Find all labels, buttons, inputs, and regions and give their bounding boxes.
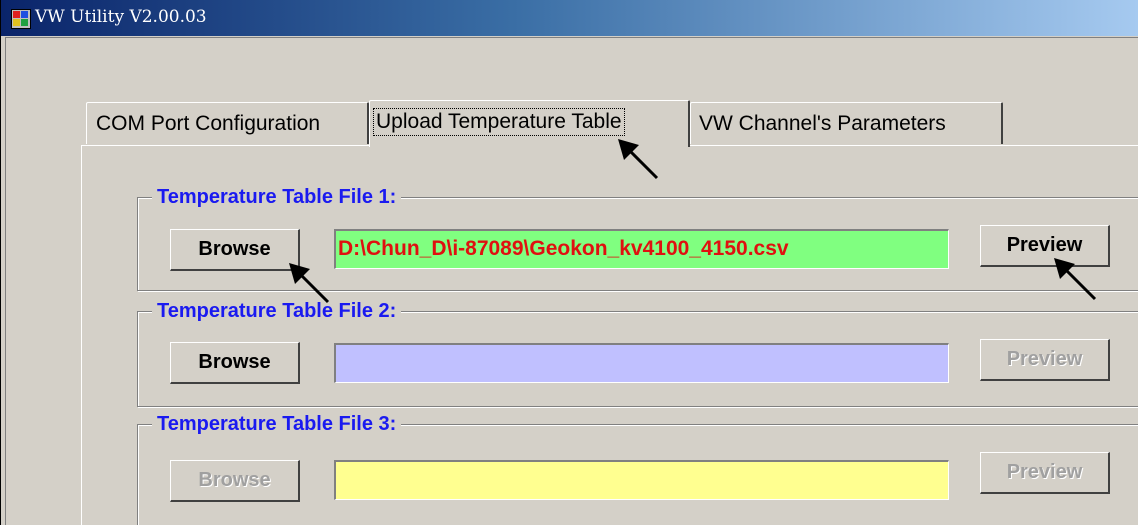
browse-button-2[interactable]: Browse	[170, 342, 300, 384]
file-path-field-3[interactable]	[334, 460, 949, 500]
group-temperature-table-file-2: Temperature Table File 2: Browse Preview	[137, 298, 1138, 407]
tab-label: COM Port Configuration	[96, 112, 321, 135]
annotation-arrow-icon	[618, 139, 659, 180]
app-window: VW Utility V2.00.03 COM Port Configurati…	[0, 0, 1138, 525]
annotation-arrow-icon	[289, 263, 330, 304]
file-path-field-1[interactable]: D:\Chun_D\i-87089\Geokon_kv4100_4150.csv	[334, 229, 949, 269]
group-title: Temperature Table File 1:	[152, 184, 402, 210]
tab-label: VW Channel's Parameters	[699, 112, 946, 135]
browse-button-1[interactable]: Browse	[170, 229, 300, 271]
window-title: VW Utility V2.00.03	[35, 7, 207, 27]
group-title: Temperature Table File 2:	[152, 298, 402, 324]
file-path-field-2[interactable]	[334, 343, 949, 383]
title-bar[interactable]: VW Utility V2.00.03	[1, 0, 1138, 36]
tab-com-port-configuration[interactable]: COM Port Configuration	[86, 102, 369, 144]
annotation-arrow-icon	[1054, 258, 1097, 301]
app-icon	[11, 9, 31, 29]
group-temperature-table-file-3: Temperature Table File 3: Browse Preview	[137, 411, 1138, 525]
preview-button-2[interactable]: Preview	[980, 339, 1110, 381]
preview-button-3[interactable]: Preview	[980, 452, 1110, 494]
tab-label: Upload Temperature Table	[373, 108, 625, 136]
group-title: Temperature Table File 3:	[152, 411, 402, 437]
tab-vw-channels-parameters[interactable]: VW Channel's Parameters	[690, 102, 1003, 144]
browse-button-3[interactable]: Browse	[170, 460, 300, 502]
